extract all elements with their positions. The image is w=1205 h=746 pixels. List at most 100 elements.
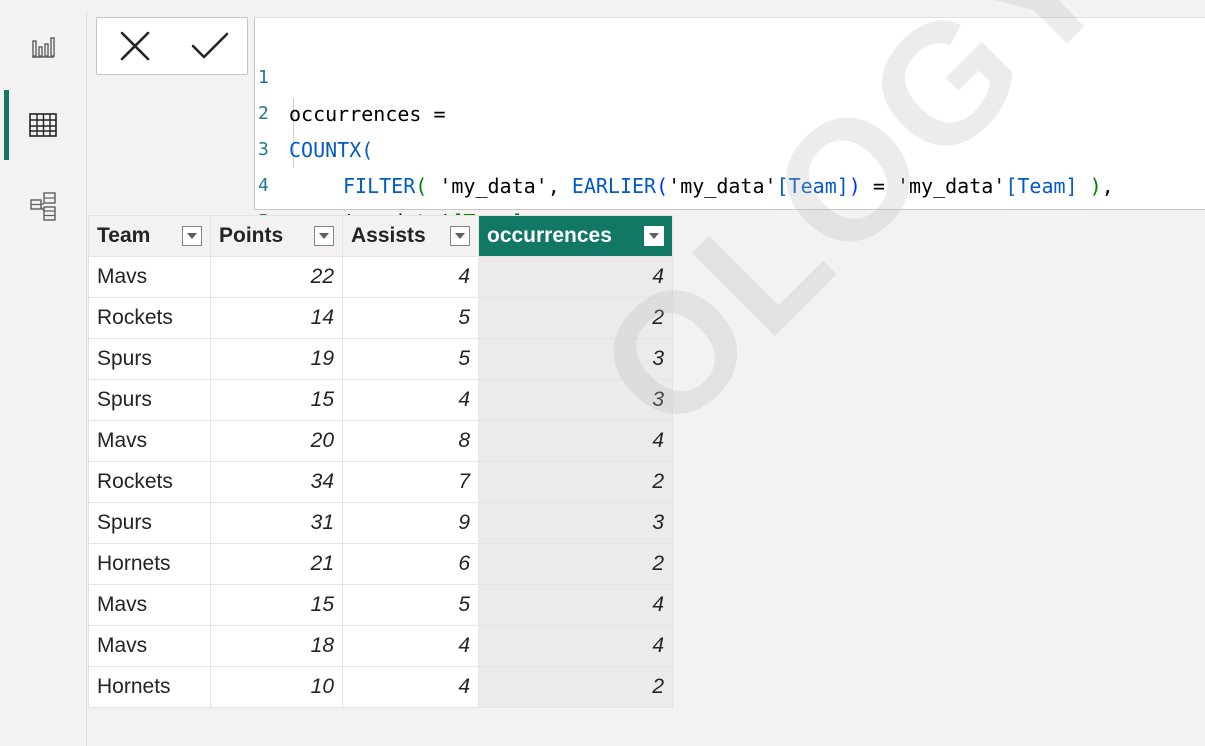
cell-assists[interactable]: 6 — [342, 543, 479, 585]
equals-sign: = — [860, 174, 897, 198]
cell-occurrences[interactable]: 4 — [478, 584, 673, 626]
column-ref: [Team] — [776, 174, 849, 198]
cancel-button[interactable] — [113, 24, 157, 68]
column-header-assists[interactable]: Assists — [342, 215, 479, 257]
cell-points[interactable]: 19 — [210, 338, 343, 380]
report-view-button[interactable] — [0, 12, 86, 82]
table-row: Spurs 31 9 3 — [88, 502, 673, 544]
table-row: Hornets 10 4 2 — [88, 666, 673, 708]
cell-team[interactable]: Mavs — [88, 420, 211, 462]
cell-points[interactable]: 22 — [210, 256, 343, 298]
chevron-down-icon — [319, 233, 329, 239]
cell-occurrences[interactable]: 4 — [478, 256, 673, 298]
column-header-label: Points — [219, 224, 284, 247]
cell-assists[interactable]: 4 — [342, 666, 479, 708]
code-line-5: 5 ) — [255, 168, 303, 270]
table-row: Mavs 20 8 4 — [88, 420, 673, 462]
table-ref: 'my_data' — [439, 174, 548, 198]
cell-points[interactable]: 15 — [210, 379, 343, 421]
table-row: Rockets 34 7 2 — [88, 461, 673, 503]
cell-occurrences[interactable]: 3 — [478, 502, 673, 544]
cell-assists[interactable]: 7 — [342, 461, 479, 503]
paren: ( — [415, 174, 428, 198]
comma: , — [1101, 174, 1114, 198]
data-view-button[interactable] — [0, 90, 86, 160]
cell-team[interactable]: Spurs — [88, 379, 211, 421]
filter-dropdown-button[interactable] — [182, 226, 202, 246]
column-header-points[interactable]: Points — [210, 215, 343, 257]
cell-points[interactable]: 14 — [210, 297, 343, 339]
filter-dropdown-button[interactable] — [314, 226, 334, 246]
paren: ( — [361, 138, 374, 162]
cell-team[interactable]: Spurs — [88, 338, 211, 380]
formula-actions — [96, 17, 248, 75]
model-view-button[interactable] — [0, 172, 86, 242]
table-ref: 'my_data' — [668, 174, 777, 198]
cell-points[interactable]: 18 — [210, 625, 343, 667]
code-line-4: 4 'my_data'[Team] — [255, 132, 524, 234]
top-bar — [86, 0, 1205, 12]
cell-occurrences[interactable]: 2 — [478, 666, 673, 708]
cell-occurrences[interactable]: 4 — [478, 420, 673, 462]
cell-occurrences[interactable]: 4 — [478, 625, 673, 667]
cell-team[interactable]: Hornets — [88, 666, 211, 708]
cell-occurrences[interactable]: 2 — [478, 297, 673, 339]
cell-points[interactable]: 10 — [210, 666, 343, 708]
cell-team[interactable]: Mavs — [88, 625, 211, 667]
cell-assists[interactable]: 4 — [342, 379, 479, 421]
column-header-occurrences[interactable]: occurrences — [478, 215, 673, 257]
paren: ) — [1089, 174, 1102, 198]
measure-name: occurrences — [289, 102, 422, 126]
cell-team[interactable]: Rockets — [88, 461, 211, 503]
cell-points[interactable]: 20 — [210, 420, 343, 462]
table-row: Mavs 22 4 4 — [88, 256, 673, 298]
column-header-label: Assists — [351, 224, 426, 247]
table-row: Rockets 14 5 2 — [88, 297, 673, 339]
code-line-3: 3 FILTER( 'my_data', EARLIER('my_data'[T… — [255, 96, 1114, 198]
function-filter: FILTER — [343, 174, 416, 198]
cell-assists[interactable]: 4 — [342, 625, 479, 667]
comma: , — [547, 174, 572, 198]
filter-dropdown-button[interactable] — [450, 226, 470, 246]
code-line-2: 2 COUNTX( — [255, 60, 373, 162]
cell-team[interactable]: Mavs — [88, 256, 211, 298]
view-rail — [0, 0, 87, 746]
cell-assists[interactable]: 8 — [342, 420, 479, 462]
paren: ( — [656, 174, 669, 198]
cell-team[interactable]: Hornets — [88, 543, 211, 585]
cell-assists[interactable]: 9 — [342, 502, 479, 544]
cell-points[interactable]: 31 — [210, 502, 343, 544]
cell-points[interactable]: 34 — [210, 461, 343, 503]
table-icon — [29, 113, 57, 137]
cell-occurrences[interactable]: 2 — [478, 461, 673, 503]
column-header-label: occurrences — [487, 224, 612, 247]
model-icon — [30, 192, 56, 221]
function-earlier: EARLIER — [571, 174, 657, 198]
cell-team[interactable]: Spurs — [88, 502, 211, 544]
cell-occurrences[interactable]: 2 — [478, 543, 673, 585]
cell-assists[interactable]: 5 — [342, 338, 479, 380]
cell-occurrences[interactable]: 3 — [478, 338, 673, 380]
table-row: Hornets 21 6 2 — [88, 543, 673, 585]
cell-assists[interactable]: 5 — [342, 297, 479, 339]
column-header-team[interactable]: Team — [88, 215, 211, 257]
code-line-1: 1 occurrences = — [255, 24, 446, 126]
cell-points[interactable]: 21 — [210, 543, 343, 585]
column-ref: [Team] — [1005, 174, 1078, 198]
chevron-down-icon — [649, 233, 659, 239]
cell-points[interactable]: 15 — [210, 584, 343, 626]
cell-occurrences[interactable]: 3 — [478, 379, 673, 421]
filter-dropdown-button[interactable] — [644, 226, 664, 246]
header-row: Team Points Assists occurrences — [88, 215, 673, 257]
table-row: Spurs 15 4 3 — [88, 379, 673, 421]
column-header-label: Team — [97, 224, 151, 247]
commit-button[interactable] — [188, 24, 232, 68]
formula-editor[interactable]: 1 occurrences = 2 COUNTX( 3 FILTER( 'my_… — [254, 17, 1205, 270]
cell-assists[interactable]: 5 — [342, 584, 479, 626]
table-ref: 'my_data' — [896, 174, 1006, 198]
cell-team[interactable]: Mavs — [88, 584, 211, 626]
close-icon — [120, 31, 149, 61]
cell-team[interactable]: Rockets — [88, 297, 211, 339]
cell-assists[interactable]: 4 — [342, 256, 479, 298]
